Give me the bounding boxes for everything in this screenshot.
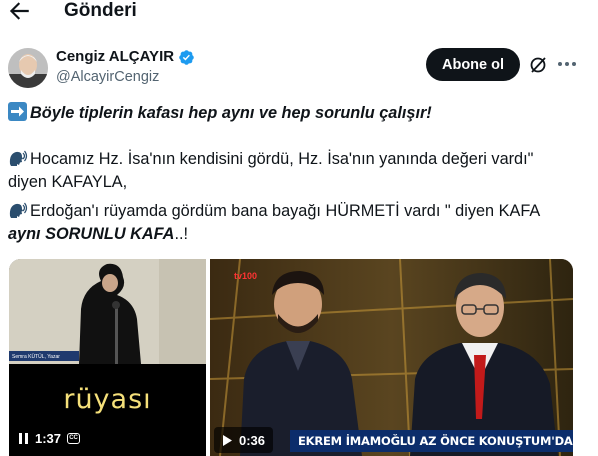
tweet-line-4: Erdoğan'ı rüyamda gördüm bana bayağı HÜR… [8, 200, 540, 223]
arrow-left-icon [9, 2, 29, 20]
video-caption: rüyası [63, 384, 152, 415]
video-thumbnail-1[interactable]: Semra KÜTÜL, Yazar rüyası 1:37 CC [9, 259, 206, 456]
author-name-row: Cengiz ALÇAYIR [56, 48, 195, 66]
play-icon[interactable] [222, 434, 232, 446]
speaking-head-emoji-icon [9, 202, 28, 218]
tweet-author: Cengiz ALÇAYIR @AlcayirCengiz Abone ol [0, 42, 598, 92]
video-thumbnail-2[interactable]: tv100 0:36 EKREM İMAMOĞLU AZ ÖNCE KONUŞT… [210, 259, 573, 456]
tweet-line-5: aynı SORUNLU KAFA..! [8, 223, 188, 246]
tweet-line-4-text: Erdoğan'ı rüyamda gördüm bana bayağı HÜR… [30, 202, 541, 220]
tweet-headline: Böyle tiplerin kafası hep aynı ve hep so… [30, 104, 432, 122]
avatar[interactable] [8, 48, 48, 88]
pause-icon[interactable] [19, 433, 29, 444]
tweet-line-5-rest: ..! [174, 225, 189, 243]
verified-badge-icon [179, 49, 194, 65]
lower-third-text: Semra KÜTÜL, Yazar [12, 353, 60, 360]
tweet-line-2: Hocamız Hz. İsa'nın kendisini gördü, Hz.… [8, 148, 533, 171]
closed-captions-icon[interactable]: CC [67, 433, 81, 444]
news-ticker: EKREM İMAMOĞLU AZ ÖNCE KONUŞTUM'DA [290, 430, 573, 452]
video-controls-2: 0:36 [214, 427, 274, 453]
follow-button[interactable]: Abone ol [426, 48, 520, 81]
right-arrow-emoji-icon [8, 102, 27, 121]
back-button[interactable] [6, 0, 32, 24]
video-duration: 0:36 [239, 432, 266, 448]
speaking-head-emoji-icon [9, 150, 28, 166]
channel-logo: tv100 [234, 271, 257, 281]
tweet-emphasis: aynı SORUNLU KAFA [8, 225, 175, 243]
tweet-line-3: diyen KAFAYLA, [8, 173, 128, 191]
grok-button[interactable] [528, 55, 548, 75]
more-horizontal-icon [558, 62, 576, 66]
tweet-line-1: Böyle tiplerin kafası hep aynı ve hep so… [8, 102, 432, 125]
author-name[interactable]: Cengiz ALÇAYIR [56, 48, 174, 66]
video-frame: Semra KÜTÜL, Yazar [9, 259, 206, 364]
page-title: Gönderi [64, 0, 137, 21]
top-bar: Gönderi [0, 0, 598, 28]
more-button[interactable] [556, 54, 578, 74]
video-controls-1: 1:37 CC [19, 431, 81, 446]
video-duration: 1:37 [35, 431, 62, 446]
tweet-line-2-text: Hocamız Hz. İsa'nın kendisini gördü, Hz.… [30, 150, 534, 168]
author-handle[interactable]: @AlcayirCengiz [56, 68, 159, 86]
grok-icon [530, 57, 546, 73]
